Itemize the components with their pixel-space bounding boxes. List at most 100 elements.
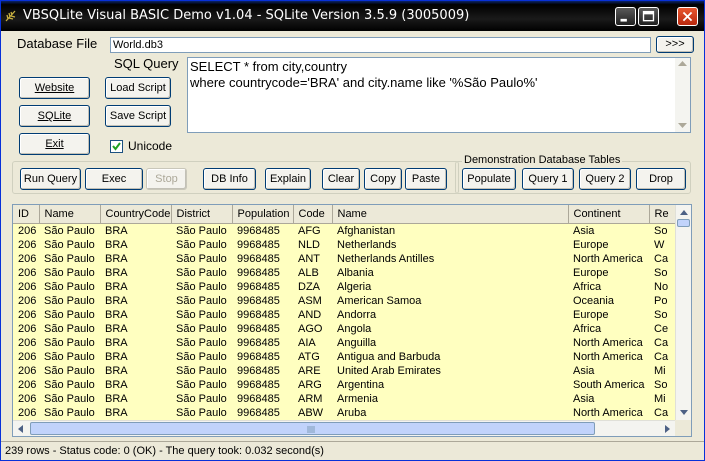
table-cell[interactable]: ARE [293, 363, 332, 378]
table-cell[interactable]: 206 [13, 251, 39, 266]
table-cell[interactable]: 206 [13, 335, 39, 350]
table-cell[interactable]: São Paulo [39, 279, 100, 294]
populate-button[interactable]: Populate [462, 168, 516, 190]
table-cell[interactable]: Mi [649, 391, 675, 406]
table-row[interactable]: 206 São Paulo BRA São Paulo 9968485 ALB Albani… [13, 265, 675, 280]
table-row[interactable]: 206 São Paulo BRA São Paulo 9968485 AIA Anguil… [13, 335, 675, 350]
table-cell[interactable]: ANT [293, 251, 332, 266]
table-cell[interactable]: São Paulo [171, 223, 232, 238]
table-cell[interactable]: Asia [568, 391, 649, 406]
table-cell[interactable]: ATG [293, 349, 332, 364]
horizontal-scroll-thumb[interactable] [30, 422, 595, 435]
table-row[interactable]: 206 São Paulo BRA São Paulo 9968485 DZA Algeri… [13, 279, 675, 294]
table-row[interactable]: 206 São Paulo BRA São Paulo 9968485 AFG Afghan… [13, 223, 675, 238]
table-cell[interactable]: BRA [100, 307, 171, 322]
table-cell[interactable]: BRA [100, 223, 171, 238]
load-script-button[interactable]: Load Script [105, 77, 171, 99]
table-cell[interactable]: São Paulo [171, 405, 232, 420]
run-query-button[interactable]: Run Query [20, 168, 81, 190]
table-cell[interactable]: BRA [100, 251, 171, 266]
table-row[interactable]: 206 São Paulo BRA São Paulo 9968485 ARM Armeni… [13, 391, 675, 406]
sql-query-scrollbar[interactable] [675, 58, 690, 132]
table-cell[interactable]: ABW [293, 405, 332, 420]
table-cell[interactable]: São Paulo [39, 405, 100, 420]
table-cell[interactable]: United Arab Emirates [332, 363, 568, 378]
table-cell[interactable]: 206 [13, 307, 39, 322]
table-cell[interactable]: São Paulo [171, 349, 232, 364]
table-cell[interactable]: São Paulo [39, 223, 100, 238]
grid-vertical-scrollbar[interactable] [675, 205, 691, 420]
paste-button[interactable]: Paste [405, 168, 447, 190]
maximize-button[interactable] [638, 7, 659, 26]
table-cell[interactable]: BRA [100, 279, 171, 294]
table-row[interactable]: 206 São Paulo BRA São Paulo 9968485 ATG Antigu… [13, 349, 675, 364]
table-cell[interactable]: Andorra [332, 307, 568, 322]
table-cell[interactable]: 206 [13, 223, 39, 238]
table-cell[interactable]: ARG [293, 377, 332, 392]
query-2-button[interactable]: Query 2 [579, 168, 631, 190]
table-cell[interactable]: 206 [13, 377, 39, 392]
table-cell[interactable]: 206 [13, 321, 39, 336]
table-cell[interactable]: So [649, 307, 675, 322]
table-cell[interactable]: Africa [568, 321, 649, 336]
table-cell[interactable]: AFG [293, 223, 332, 238]
table-cell[interactable]: DZA [293, 279, 332, 294]
stop-button[interactable]: Stop [146, 168, 187, 190]
table-cell[interactable]: Ce [649, 321, 675, 336]
table-row[interactable]: 206 São Paulo BRA São Paulo 9968485 ASM Americ… [13, 293, 675, 308]
table-cell[interactable]: AND [293, 307, 332, 322]
table-row[interactable]: 206 São Paulo BRA São Paulo 9968485 ARG Argent… [13, 377, 675, 392]
table-cell[interactable]: Armenia [332, 391, 568, 406]
table-cell[interactable]: BRA [100, 321, 171, 336]
table-cell[interactable]: South America [568, 377, 649, 392]
unicode-checkbox[interactable] [110, 140, 123, 153]
table-cell[interactable]: 9968485 [232, 279, 293, 294]
table-cell[interactable]: No [649, 279, 675, 294]
table-cell[interactable]: BRA [100, 391, 171, 406]
table-cell[interactable]: Mi [649, 363, 675, 378]
table-cell[interactable]: São Paulo [171, 321, 232, 336]
column-header[interactable]: Re [649, 205, 676, 224]
query-1-button[interactable]: Query 1 [522, 168, 574, 190]
exit-button[interactable]: Exit [19, 133, 90, 155]
table-cell[interactable]: BRA [100, 265, 171, 280]
table-cell[interactable]: São Paulo [39, 307, 100, 322]
column-header[interactable]: District [171, 205, 233, 224]
table-cell[interactable]: Ca [649, 251, 675, 266]
table-cell[interactable]: AIA [293, 335, 332, 350]
table-cell[interactable]: Asia [568, 223, 649, 238]
table-cell[interactable]: Aruba [332, 405, 568, 420]
results-grid[interactable]: ID Name CountryCode District Population Code N… [12, 204, 692, 437]
table-cell[interactable]: São Paulo [171, 251, 232, 266]
explain-button[interactable]: Explain [265, 168, 311, 190]
table-cell[interactable]: Ca [649, 405, 675, 420]
table-cell[interactable]: Angola [332, 321, 568, 336]
table-cell[interactable]: São Paulo [171, 279, 232, 294]
table-cell[interactable]: 9968485 [232, 293, 293, 308]
table-cell[interactable]: São Paulo [39, 349, 100, 364]
table-cell[interactable]: São Paulo [39, 391, 100, 406]
table-cell[interactable]: Albania [332, 265, 568, 280]
table-cell[interactable]: 206 [13, 237, 39, 252]
table-cell[interactable]: 9968485 [232, 349, 293, 364]
table-cell[interactable]: North America [568, 335, 649, 350]
table-row[interactable]: 206 São Paulo BRA São Paulo 9968485 ANT Nether… [13, 251, 675, 266]
table-cell[interactable]: 206 [13, 349, 39, 364]
sqlite-button[interactable]: SQLite [19, 105, 90, 127]
table-cell[interactable]: São Paulo [171, 265, 232, 280]
table-cell[interactable]: 9968485 [232, 321, 293, 336]
table-cell[interactable]: 206 [13, 363, 39, 378]
table-cell[interactable]: BRA [100, 237, 171, 252]
column-header[interactable]: Population [232, 205, 294, 224]
table-cell[interactable]: São Paulo [39, 293, 100, 308]
close-button[interactable] [677, 7, 698, 26]
table-cell[interactable]: São Paulo [171, 237, 232, 252]
save-script-button[interactable]: Save Script [105, 105, 171, 127]
table-cell[interactable]: BRA [100, 377, 171, 392]
table-row[interactable]: 206 São Paulo BRA São Paulo 9968485 NLD Nether… [13, 237, 675, 252]
table-cell[interactable]: So [649, 223, 675, 238]
column-header[interactable]: ID [13, 205, 40, 224]
table-cell[interactable]: Asia [568, 363, 649, 378]
browse-database-button[interactable]: >>> [656, 36, 694, 53]
table-cell[interactable]: São Paulo [39, 363, 100, 378]
